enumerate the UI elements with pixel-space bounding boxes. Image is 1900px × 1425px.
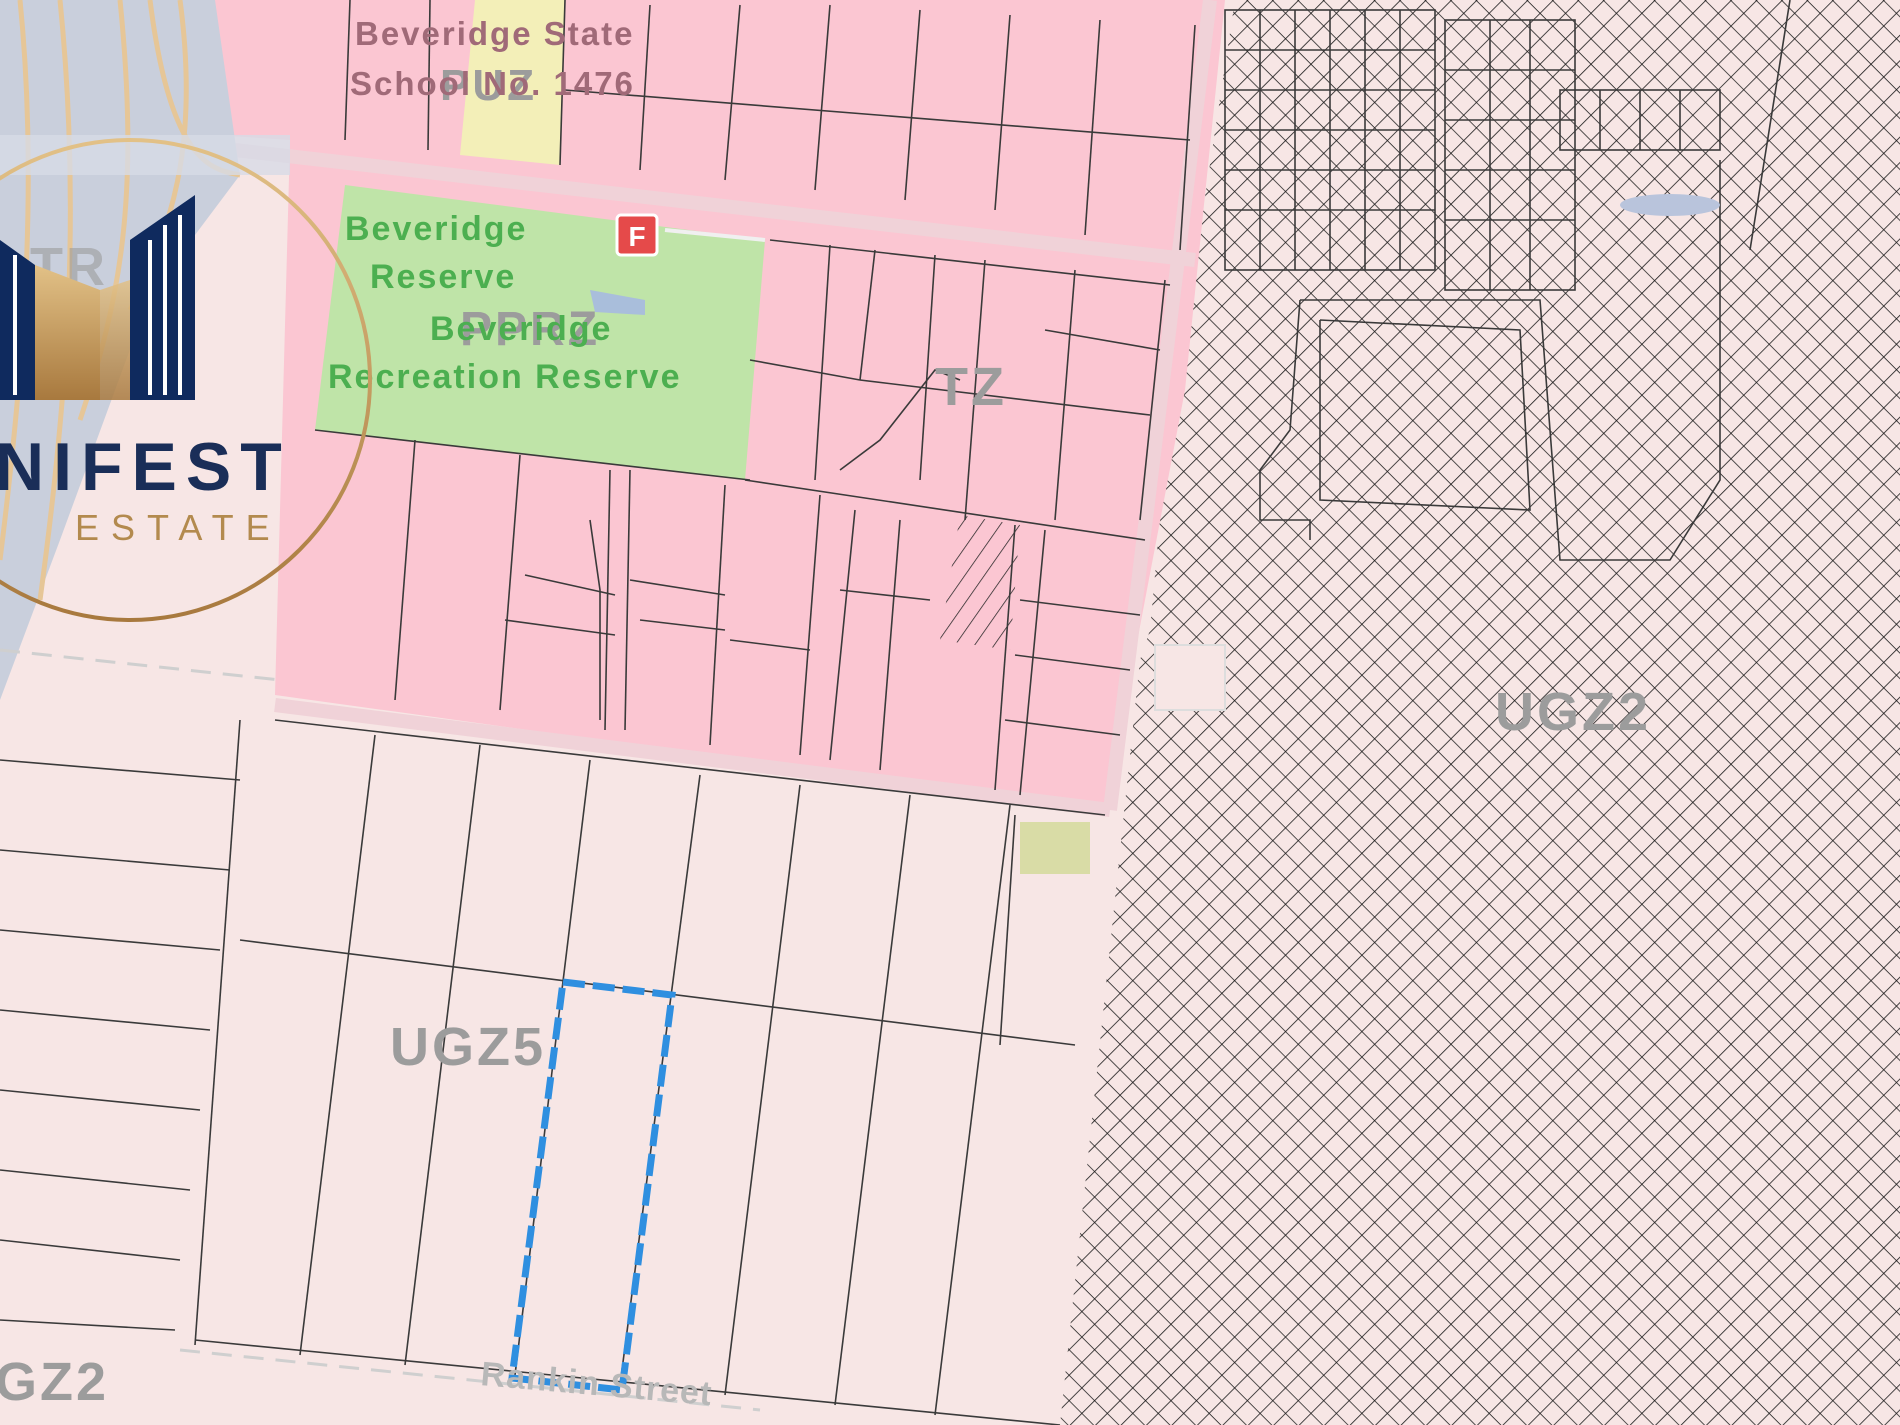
school-name-line1: Beveridge State [355, 15, 634, 52]
zone-label-ugz2-east: UGZ2 [1495, 682, 1651, 742]
pond-east [1620, 194, 1720, 216]
small-lot-green [1020, 822, 1090, 874]
school-name-line2: School No. 1476 [350, 65, 635, 102]
zone-label-ugz5: UGZ5 [390, 1017, 546, 1077]
recreation-reserve-line1: Beveridge [430, 310, 612, 348]
recreation-reserve-line2: Recreation Reserve [328, 358, 682, 396]
reserve-name-line2: Reserve [370, 258, 516, 296]
reserve-name-line1: Beveridge [345, 210, 527, 248]
zone-label-ugz2-west: GZ2 [0, 1352, 109, 1412]
brand-subtitle: ESTATE [75, 507, 282, 548]
brand-name: NIFEST [0, 429, 291, 505]
utility-lot-east [1154, 644, 1226, 711]
zone-label-tz: TZ [935, 357, 1007, 417]
fire-station-badge-text: F [628, 221, 645, 252]
zoning-map[interactable]: F PUZ PPRZ TZ UGZ2 UGZ5 GZ2 TR Beveridge… [0, 0, 1900, 1425]
